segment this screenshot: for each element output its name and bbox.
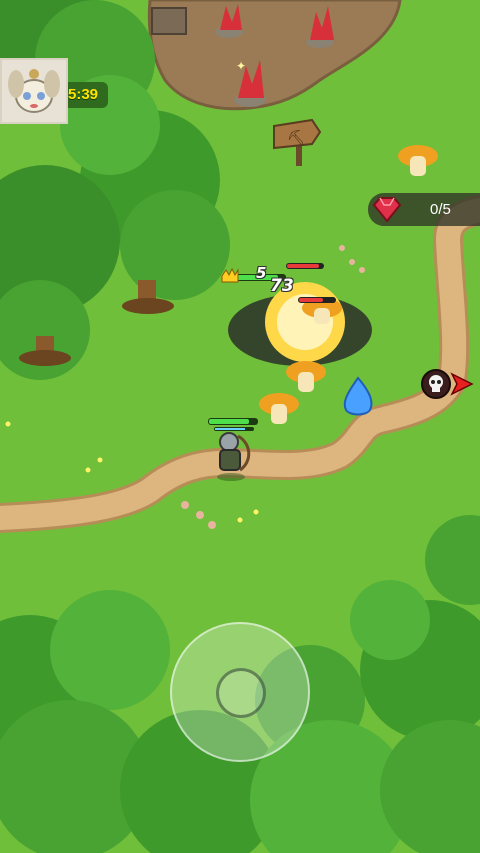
character-portrait[interactable] (0, 58, 68, 124)
character-portrait-icon (8, 69, 60, 113)
red-gem-icon (372, 197, 402, 223)
svg-text:✦: ✦ (236, 59, 246, 73)
damage-number: 5 (256, 264, 267, 282)
damage-number: 73 (270, 276, 294, 296)
enemy-health-bar-1 (286, 263, 324, 269)
game-screen[interactable]: ✦ ⛏ 5:39 0/5 5 73 (0, 0, 480, 853)
joystick-knob[interactable] (216, 668, 266, 718)
gem-counter-text: 0/5 (430, 201, 451, 218)
virtual-joystick[interactable] (170, 622, 310, 762)
boss-marker (421, 369, 474, 399)
gem-counter-panel (368, 193, 480, 226)
svg-text:⛏: ⛏ (287, 129, 305, 145)
run-timer: 5:39 (68, 86, 99, 103)
enemy-health-bar-2 (298, 297, 336, 303)
red-arrow-icon (450, 372, 474, 396)
